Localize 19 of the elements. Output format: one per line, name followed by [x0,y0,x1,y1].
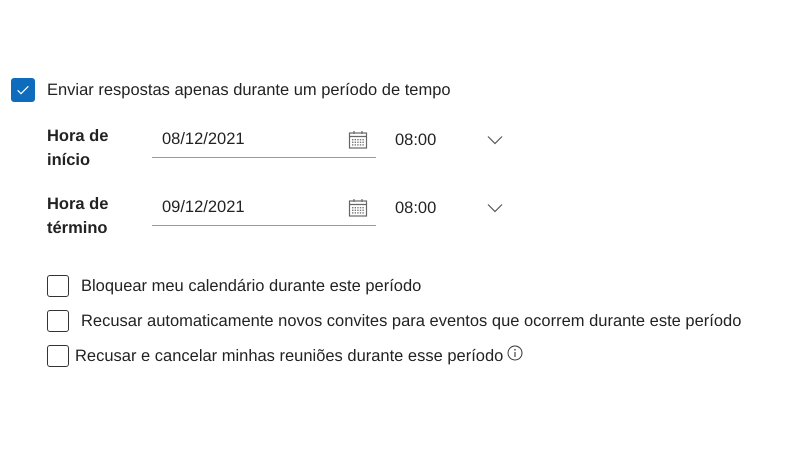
date-field[interactable]: 09/12/2021 [152,190,376,226]
checkbox[interactable] [47,275,69,297]
checkbox[interactable] [11,78,35,102]
chevron-down-icon [487,135,503,145]
time-dropdown[interactable]: 08:00 [385,122,503,158]
checkbox[interactable] [47,310,69,332]
option-label: Bloquear meu calendário durante este período [81,276,422,296]
field-label: Hora de início [47,126,110,171]
checkbox[interactable] [47,345,69,367]
option-label: Enviar respostas apenas durante um período de tempo [47,80,451,100]
field-label: Hora de término [47,194,110,239]
option-label: Recusar e cancelar minhas reuniões durante esse período [75,346,504,366]
info-icon[interactable] [507,345,524,361]
calendar-icon[interactable] [348,130,368,150]
date-field[interactable]: 08/12/2021 [152,122,376,158]
option-label: Recusar automaticamente novos convites para eventos que ocorrem durante este período [81,312,742,330]
time-dropdown[interactable]: 08:00 [385,190,503,226]
calendar-icon[interactable] [348,198,368,218]
chevron-down-icon [487,203,503,213]
